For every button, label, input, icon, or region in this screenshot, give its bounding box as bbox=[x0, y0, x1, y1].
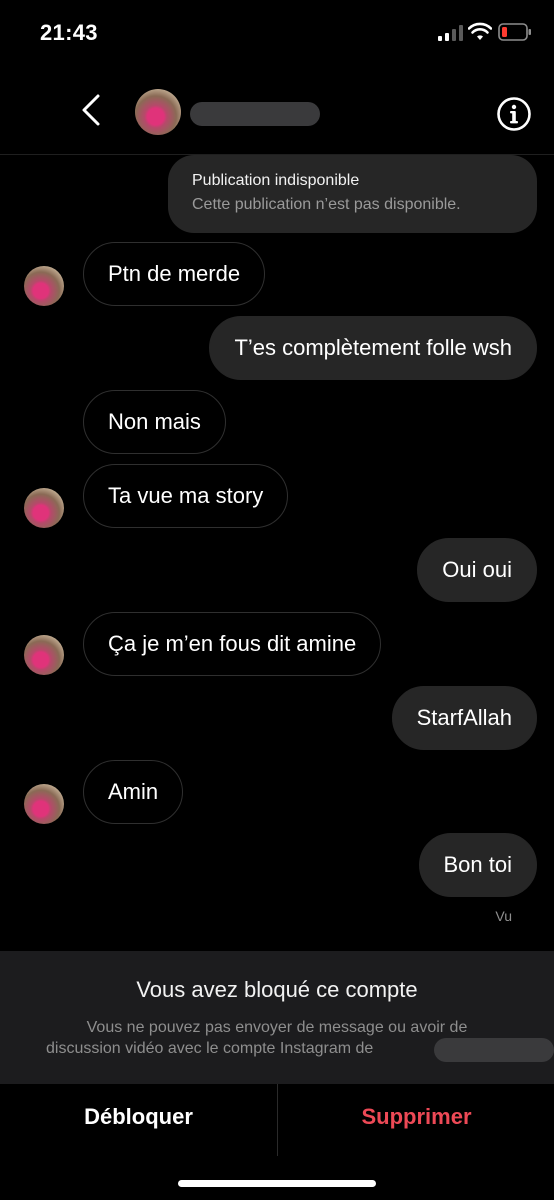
message-bubble-incoming[interactable]: Non mais bbox=[83, 390, 226, 454]
info-circle-icon[interactable] bbox=[496, 96, 532, 132]
sender-avatar[interactable] bbox=[24, 266, 64, 306]
message-bubble-outgoing[interactable]: Bon toi bbox=[418, 833, 537, 897]
blocked-title: Vous avez bloqué ce compte bbox=[136, 977, 418, 1002]
cellular-signal-icon bbox=[438, 25, 463, 41]
status-bar: 21:43 bbox=[0, 0, 554, 66]
unavailable-post-subtitle: Cette publication n’est pas disponible. bbox=[192, 196, 461, 213]
seen-status: Vu bbox=[495, 908, 512, 924]
chevron-left-icon[interactable] bbox=[74, 92, 110, 128]
battery-low-icon bbox=[498, 23, 531, 41]
chat-header bbox=[0, 66, 554, 155]
sender-avatar[interactable] bbox=[24, 784, 64, 824]
unavailable-post-card[interactable]: Publication indisponible Cette publicati… bbox=[168, 155, 537, 233]
message-bubble-incoming[interactable]: Ta vue ma story bbox=[83, 464, 289, 528]
sender-avatar[interactable] bbox=[24, 635, 64, 675]
unavailable-post-title: Publication indisponible bbox=[192, 172, 360, 189]
blocked-notice: Vous avez bloqué ce compte Vous ne pouve… bbox=[0, 951, 554, 1084]
redacted-contact-name[interactable] bbox=[190, 102, 320, 126]
status-time: 21:43 bbox=[40, 20, 98, 45]
delete-button[interactable]: Supprimer bbox=[278, 1104, 554, 1136]
contact-avatar[interactable] bbox=[135, 89, 181, 135]
sender-avatar[interactable] bbox=[24, 488, 64, 528]
message-bubble-outgoing[interactable]: StarfAllah bbox=[391, 686, 537, 750]
blocked-description-line1: Vous ne pouvez pas envoyer de message ou… bbox=[86, 1019, 468, 1036]
home-indicator[interactable] bbox=[178, 1180, 376, 1187]
wifi-icon bbox=[468, 22, 492, 40]
message-bubble-outgoing[interactable]: Oui oui bbox=[417, 538, 537, 602]
message-bubble-outgoing[interactable]: T’es complètement folle wsh bbox=[209, 316, 537, 380]
action-bar: Débloquer Supprimer bbox=[0, 1084, 554, 1200]
message-thread: Publication indisponible Cette publicati… bbox=[0, 155, 554, 950]
message-bubble-incoming[interactable]: Ça je m’en fous dit amine bbox=[83, 612, 382, 676]
message-bubble-incoming[interactable]: Amin bbox=[83, 760, 184, 824]
redacted-username bbox=[434, 1038, 554, 1062]
unblock-button[interactable]: Débloquer bbox=[0, 1104, 277, 1136]
message-bubble-incoming[interactable]: Ptn de merde bbox=[83, 242, 266, 306]
